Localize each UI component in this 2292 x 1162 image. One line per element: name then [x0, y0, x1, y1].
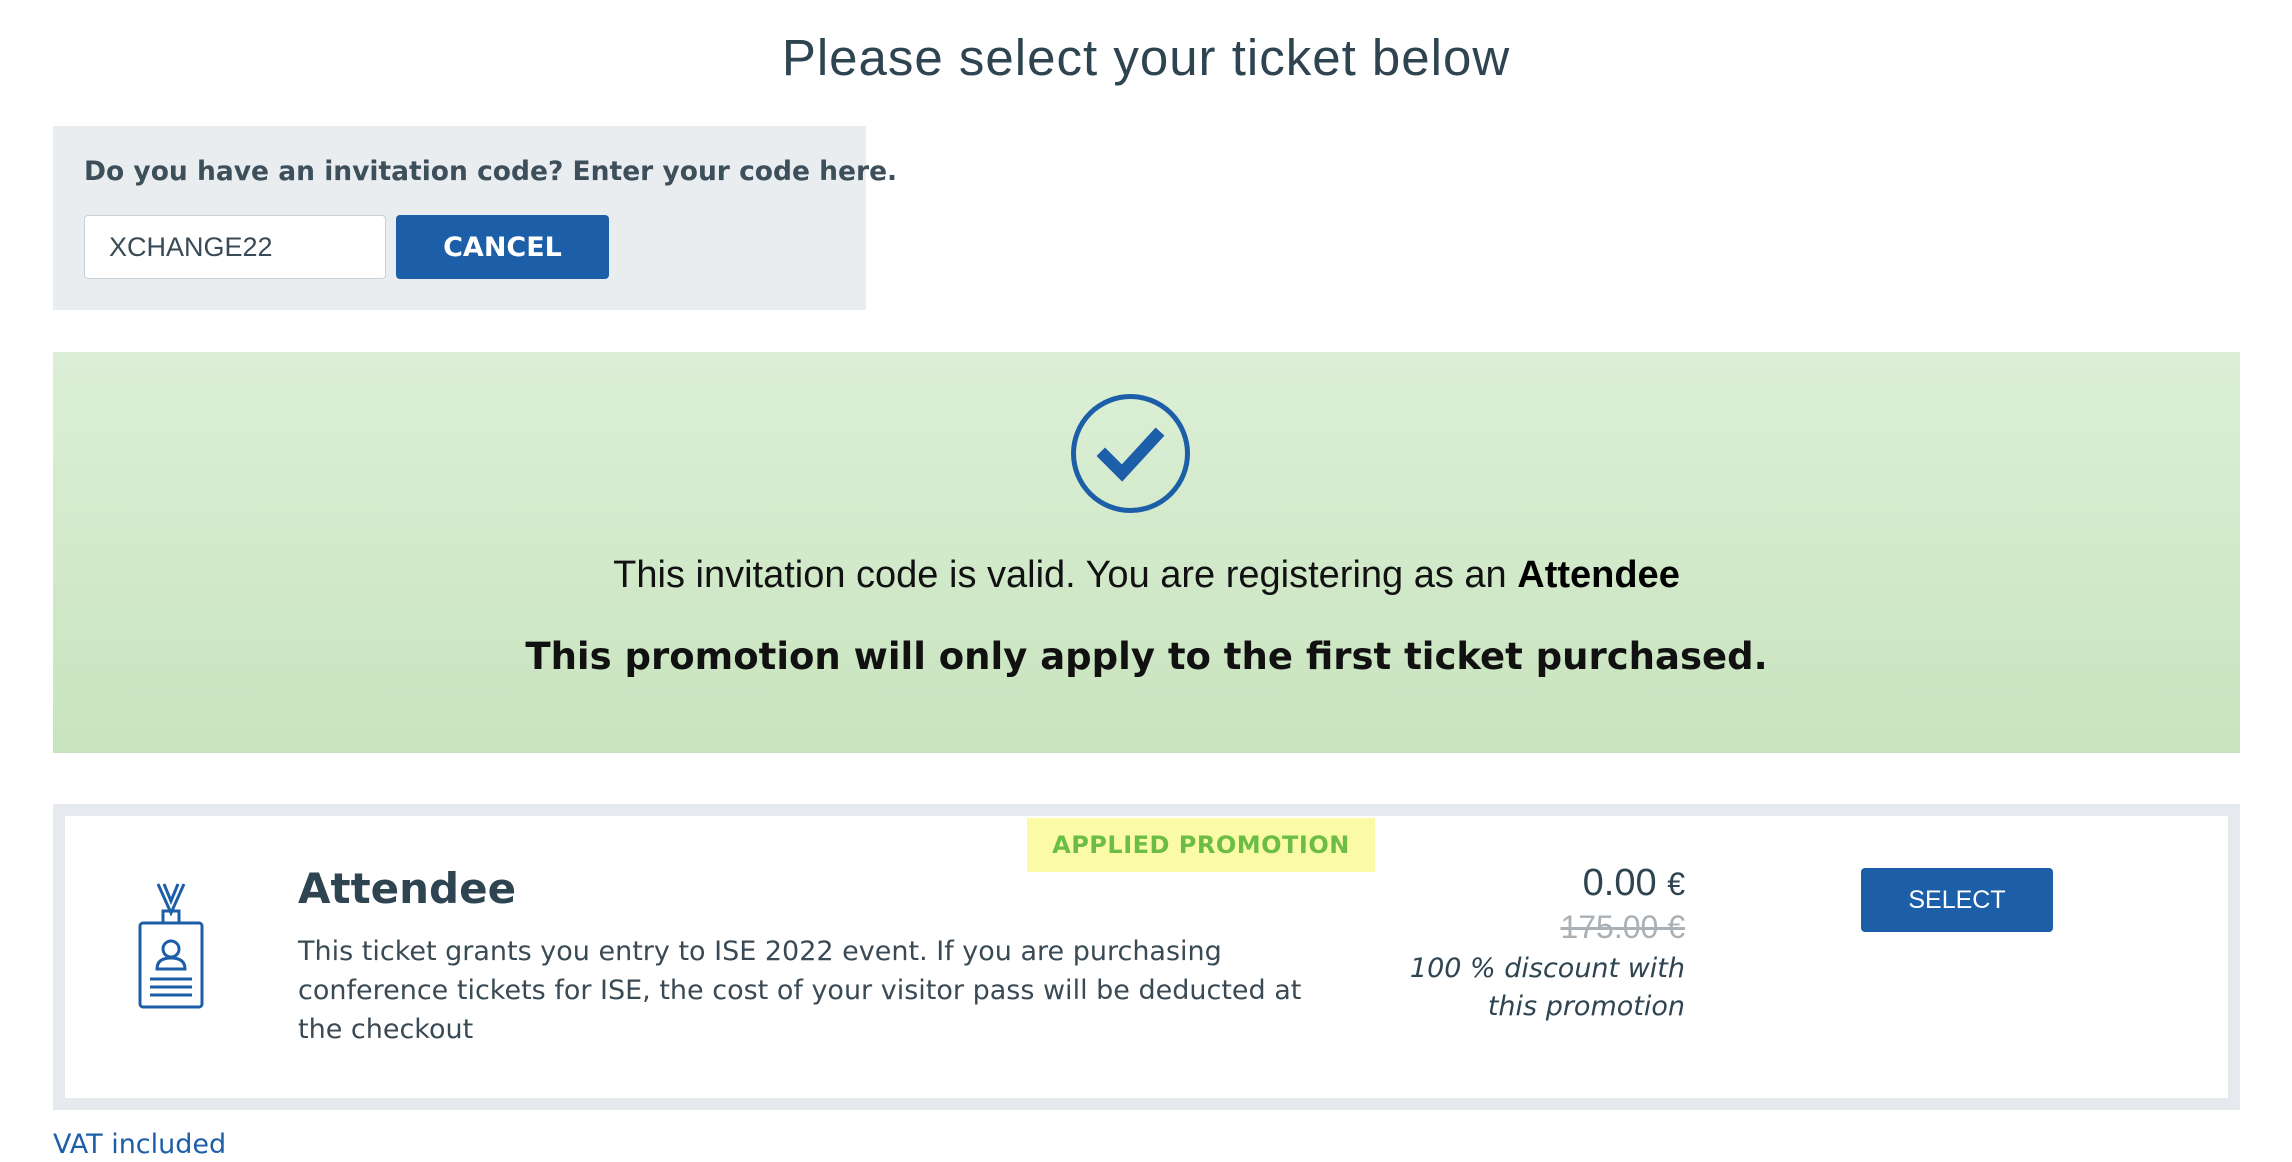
ticket-description: This ticket grants you entry to ISE 2022… [298, 936, 1302, 1045]
ticket-card: APPLIED PROMOTION Attendee This ticket g… [65, 816, 2228, 1098]
ticket-option: APPLIED PROMOTION Attendee This ticket g… [53, 804, 2240, 1110]
applied-promotion-badge: APPLIED PROMOTION [1027, 818, 1375, 872]
ticket-selection-page: Please select your ticket below Do you h… [0, 0, 2292, 1162]
code-valid-message: This invitation code is valid. You are r… [53, 554, 2240, 597]
check-circle-icon [1071, 394, 1190, 513]
cancel-button[interactable]: CANCEL [396, 215, 609, 279]
registered-role: Attendee [1517, 554, 1680, 596]
invitation-code-prompt: Do you have an invitation code? Enter yo… [84, 156, 898, 187]
current-price-value: 0.00 [1582, 862, 1657, 904]
ticket-name: Attendee [298, 864, 517, 913]
promotion-note: This promotion will only apply to the fi… [525, 635, 1768, 678]
select-ticket-button[interactable]: SELECT [1861, 868, 2053, 932]
current-price: 0.00 € [1365, 862, 1685, 905]
currency-symbol: € [1667, 866, 1685, 902]
original-price: 175.00 € [1560, 909, 1685, 945]
page-title: Please select your ticket below [781, 29, 1511, 86]
discount-note: 100 % discount with this promotion [1409, 953, 1685, 1022]
invitation-code-panel: Do you have an invitation code? Enter yo… [53, 126, 897, 310]
code-valid-message-prefix: This invitation code is valid. You are r… [613, 554, 1507, 596]
id-badge-icon [138, 883, 204, 1009]
price-block: 0.00 € 175.00 € 100 % discount with this… [1365, 862, 1685, 1026]
code-valid-banner: This invitation code is valid. You are r… [53, 352, 2240, 753]
invitation-code-input[interactable] [84, 215, 386, 279]
vat-included-link[interactable]: VAT included [53, 1130, 226, 1160]
